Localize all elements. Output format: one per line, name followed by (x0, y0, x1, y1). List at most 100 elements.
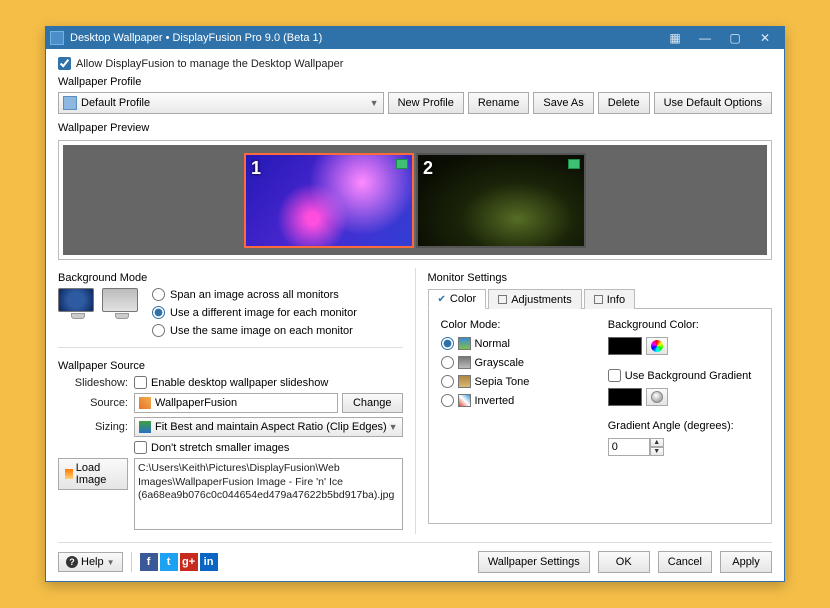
gradient-swatch[interactable] (608, 388, 642, 406)
source-row: Source: WallpaperFusion Change (58, 393, 403, 413)
linkedin-icon[interactable]: in (200, 553, 218, 571)
slideshow-label: Slideshow: (58, 377, 128, 389)
source-icon (139, 397, 151, 409)
angle-down[interactable]: ▼ (650, 447, 664, 456)
monitor-people-icon (102, 288, 142, 322)
color-mode-label: Color Mode: (441, 319, 592, 331)
app-window: Desktop Wallpaper • DisplayFusion Pro 9.… (45, 26, 785, 582)
angle-spinner: ▲ ▼ (608, 438, 666, 456)
preview-inner: 1 2 (63, 145, 767, 255)
square-icon (594, 295, 603, 304)
bg-mode-diff[interactable]: Use a different image for each monitor (152, 306, 357, 319)
twitter-icon[interactable]: t (160, 553, 178, 571)
bg-mode-same[interactable]: Use the same image on each monitor (152, 324, 357, 337)
slideshow-row: Slideshow: Enable desktop wallpaper slid… (58, 376, 403, 389)
save-as-button[interactable]: Save As (533, 92, 593, 114)
source-label: Source: (58, 397, 128, 409)
minimize-button[interactable]: — (690, 29, 720, 47)
monitor-preview-1[interactable]: 1 (244, 153, 414, 248)
bg-color-label: Background Color: (608, 319, 759, 331)
slideshow-text: Enable desktop wallpaper slideshow (151, 377, 328, 389)
bg-mode-label: Background Mode (58, 272, 403, 284)
monitor-settings-label: Monitor Settings (428, 272, 773, 284)
chevron-down-icon: ▼ (370, 98, 379, 108)
delete-button[interactable]: Delete (598, 92, 650, 114)
tab-color[interactable]: ✔Color (428, 289, 487, 309)
titlebar: Desktop Wallpaper • DisplayFusion Pro 9.… (46, 27, 784, 49)
tab-adjustments[interactable]: Adjustments (488, 289, 582, 309)
content: Allow DisplayFusion to manage the Deskto… (46, 49, 784, 581)
dont-stretch-row: Don't stretch smaller images (58, 441, 403, 454)
chevron-down-icon: ▼ (107, 558, 115, 567)
wallpaper-source-section: Wallpaper Source Slideshow: Enable deskt… (58, 347, 403, 530)
sizing-row: Sizing: Fit Best and maintain Aspect Rat… (58, 417, 403, 437)
slideshow-checkbox[interactable] (134, 376, 147, 389)
monitor-number: 2 (423, 158, 433, 179)
close-button[interactable]: ✕ (750, 29, 780, 47)
mode-inverted[interactable]: Inverted (441, 394, 592, 407)
sizing-icon (139, 421, 151, 433)
load-image-icon (65, 469, 73, 479)
dont-stretch-checkbox[interactable] (134, 441, 147, 454)
social-links: f t g+ in (140, 553, 218, 571)
window-title: Desktop Wallpaper • DisplayFusion Pro 9.… (70, 32, 660, 44)
tab-color-pane: Color Mode: Normal Grayscale Sepia Tone … (428, 309, 773, 524)
mode-sepia-icon (458, 375, 471, 388)
tab-info[interactable]: Info (584, 289, 635, 309)
bg-mode-span[interactable]: Span an image across all monitors (152, 288, 357, 301)
help-button[interactable]: ? Help ▼ (58, 552, 123, 572)
monitor-badge-icon (568, 159, 580, 169)
angle-input[interactable] (608, 438, 650, 456)
aux-icon[interactable]: ▦ (660, 29, 690, 47)
mode-sepia[interactable]: Sepia Tone (441, 375, 592, 388)
color-wheel-icon (651, 340, 663, 352)
check-icon: ✔ (438, 294, 446, 305)
image-path-text[interactable] (134, 458, 403, 530)
angle-up[interactable]: ▲ (650, 438, 664, 447)
source-combo: WallpaperFusion (134, 393, 338, 413)
googleplus-icon[interactable]: g+ (180, 553, 198, 571)
use-gradient-row[interactable]: Use Background Gradient (608, 369, 759, 382)
profile-selected: Default Profile (81, 97, 150, 109)
load-image-button[interactable]: Load Image (58, 458, 128, 490)
monitor-preview-2[interactable]: 2 (416, 153, 586, 248)
profile-icon (63, 96, 77, 110)
new-profile-button[interactable]: New Profile (388, 92, 464, 114)
use-gradient-checkbox[interactable] (608, 369, 621, 382)
bg-color-picker[interactable] (646, 337, 668, 355)
monitor-tabs: ✔Color Adjustments Info (428, 288, 773, 309)
allow-manage-label: Allow DisplayFusion to manage the Deskto… (76, 58, 343, 70)
rename-button[interactable]: Rename (468, 92, 530, 114)
mode-grayscale-icon (458, 356, 471, 369)
allow-manage-checkbox[interactable] (58, 57, 71, 70)
bg-mode-radios: Span an image across all monitors Use a … (152, 288, 357, 337)
maximize-button[interactable]: ▢ (720, 29, 750, 47)
bg-mode-row: Span an image across all monitors Use a … (58, 288, 403, 337)
profile-select[interactable]: Default Profile ▼ (58, 92, 384, 114)
cancel-button[interactable]: Cancel (658, 551, 712, 573)
monitor-number: 1 (251, 158, 261, 179)
ok-button[interactable]: OK (598, 551, 650, 573)
profile-label: Wallpaper Profile (58, 76, 772, 88)
sizing-value: Fit Best and maintain Aspect Ratio (Clip… (155, 421, 387, 433)
help-icon: ? (66, 556, 78, 568)
facebook-icon[interactable]: f (140, 553, 158, 571)
wallpaper-settings-button[interactable]: Wallpaper Settings (478, 551, 590, 573)
change-source-button[interactable]: Change (342, 393, 403, 413)
preview-label: Wallpaper Preview (58, 122, 772, 134)
gradient-picker[interactable] (646, 388, 668, 406)
source-value: WallpaperFusion (155, 397, 237, 409)
sizing-combo[interactable]: Fit Best and maintain Aspect Ratio (Clip… (134, 417, 403, 437)
use-default-button[interactable]: Use Default Options (654, 92, 772, 114)
apply-button[interactable]: Apply (720, 551, 772, 573)
bg-color-swatch[interactable] (608, 337, 642, 355)
square-icon (498, 295, 507, 304)
bg-mode-icons (58, 288, 142, 337)
dont-stretch-label: Don't stretch smaller images (151, 442, 289, 454)
mode-normal[interactable]: Normal (441, 337, 592, 350)
app-icon (50, 31, 64, 45)
chevron-down-icon: ▼ (389, 422, 398, 432)
mode-grayscale[interactable]: Grayscale (441, 356, 592, 369)
mode-inverted-icon (458, 394, 471, 407)
profile-row: Default Profile ▼ New Profile Rename Sav… (58, 92, 772, 114)
